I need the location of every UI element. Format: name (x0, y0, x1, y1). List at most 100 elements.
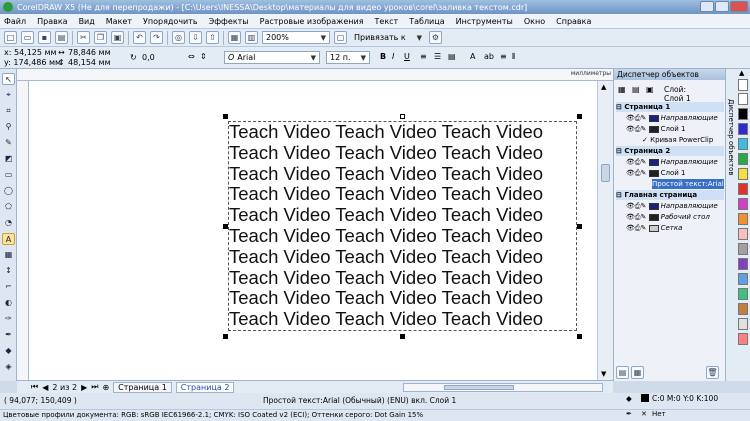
menu-text[interactable]: Текст (375, 17, 399, 26)
eyedropper-tool-icon[interactable]: ✑ (2, 313, 15, 325)
menu-edit[interactable]: Правка (37, 17, 67, 26)
scroll-down-arrow-icon[interactable]: ▼ (601, 370, 606, 378)
eye-icon[interactable]: 👁 (626, 114, 635, 122)
shape-tool-icon[interactable]: ⌖ (2, 89, 15, 101)
outline-pen-tool-icon[interactable]: ✒ (2, 329, 15, 341)
menu-layout[interactable]: Макет (106, 17, 132, 26)
snap-to-dropdown[interactable]: Привязать к ▼ (351, 31, 425, 44)
tree-item-grid[interactable]: 👁⎙✎ Сетка (616, 223, 724, 233)
selection-handle[interactable] (400, 114, 405, 119)
menu-table[interactable]: Таблица (409, 17, 444, 26)
new-layer-icon[interactable]: ▤ (616, 366, 629, 379)
palette-color-swatch[interactable] (738, 228, 748, 240)
character-formatting-icon[interactable]: A (470, 52, 475, 61)
drawing-canvas[interactable]: Teach Video Teach Video Teach Video Teac… (29, 81, 597, 380)
selection-handle[interactable] (400, 334, 405, 339)
selection-handle[interactable] (223, 114, 228, 119)
undo-icon[interactable]: ↶ (133, 31, 146, 44)
italic-icon[interactable]: I (392, 52, 394, 61)
text-tool-icon[interactable]: A (2, 233, 15, 245)
pick-tool-icon[interactable]: ↖ (2, 73, 15, 85)
tree-item-layer-1[interactable]: 👁⎙✎ Слой 1 (616, 124, 724, 134)
zoom-level-select[interactable]: 200% ▼ (262, 31, 330, 44)
palette-color-swatch[interactable] (738, 183, 748, 195)
scroll-up-arrow-icon[interactable]: ▲ (601, 83, 606, 91)
tree-item-layer-1[interactable]: 👁⎙✎ Слой 1 (616, 168, 724, 178)
full-screen-preview-icon[interactable]: ▢ (334, 31, 347, 44)
polygon-tool-icon[interactable]: ⬠ (2, 201, 15, 213)
paragraph-text-frame[interactable]: Teach Video Teach Video Teach Video Teac… (228, 121, 577, 331)
interactive-fill-tool-icon[interactable]: ◈ (2, 361, 15, 373)
eye-icon[interactable]: 👁 (626, 125, 635, 133)
tree-page-1[interactable]: ⊟ Страница 1 (616, 102, 724, 112)
object-x-position[interactable]: x: 54,125 мм (4, 48, 57, 57)
close-button[interactable] (730, 1, 748, 12)
vertical-ruler[interactable] (17, 81, 29, 380)
edit-icon[interactable]: ✎ (641, 114, 647, 122)
no-color-swatch[interactable] (738, 79, 748, 91)
last-page-icon[interactable]: ⏭ (91, 382, 98, 392)
palette-color-swatch[interactable] (738, 153, 748, 165)
tree-item-guides[interactable]: 👁⎙✎ Направляющие (616, 201, 724, 211)
tree-item-powerclip[interactable]: ✓ Кривая PowerClip (616, 135, 724, 145)
object-y-position[interactable]: y: 174,486 мм (4, 58, 61, 67)
eye-icon[interactable]: 👁 (626, 158, 635, 166)
palette-scroll-up-icon[interactable]: ▲ (739, 69, 744, 77)
open-folder-icon[interactable]: ▭ (21, 31, 34, 44)
eye-icon[interactable]: 👁 (626, 202, 635, 210)
palette-color-swatch[interactable] (738, 288, 748, 300)
tree-item-desktop[interactable]: 👁⎙✎ Рабочий стол (616, 212, 724, 222)
copy-icon[interactable]: ❐ (94, 31, 107, 44)
palette-color-swatch[interactable] (738, 213, 748, 225)
page-tab-1[interactable]: Страница 1 (113, 381, 172, 393)
bold-icon[interactable]: B (380, 52, 386, 61)
scrollbar-thumb[interactable] (444, 384, 514, 390)
palette-color-swatch[interactable] (738, 303, 748, 315)
menu-window[interactable]: Окно (524, 17, 545, 26)
palette-color-swatch[interactable] (738, 198, 748, 210)
new-master-layer-icon[interactable]: ▦ (631, 366, 644, 379)
palette-color-swatch[interactable] (738, 123, 748, 135)
basic-shapes-tool-icon[interactable]: ◔ (2, 217, 15, 229)
menu-help[interactable]: Справка (556, 17, 591, 26)
palette-color-swatch[interactable] (738, 138, 748, 150)
edit-icon[interactable]: ✎ (641, 202, 647, 210)
zoom-tool-icon[interactable]: ⚲ (2, 121, 15, 133)
ellipse-tool-icon[interactable]: ◯ (2, 185, 15, 197)
selection-handle[interactable] (577, 334, 582, 339)
selection-handle[interactable] (223, 224, 228, 229)
tree-item-guides[interactable]: 👁⎙✎ Направляющие (616, 113, 724, 123)
options-icon[interactable]: ⚙ (429, 31, 442, 44)
add-page-icon[interactable]: ⊕ (102, 383, 109, 392)
freehand-tool-icon[interactable]: ✎ (2, 137, 15, 149)
tree-page-2[interactable]: ⊟ Страница 2 (616, 146, 724, 156)
show-properties-icon[interactable]: ▦ (618, 85, 626, 94)
horizontal-scrollbar[interactable] (403, 382, 603, 392)
tree-item-paragraph-text[interactable]: Простой текст:Arial (652, 179, 724, 189)
search-content-icon[interactable]: ◎ (172, 31, 185, 44)
drop-cap-icon[interactable]: ▤ (448, 52, 456, 61)
page-tab-2[interactable]: Страница 2 (175, 381, 235, 393)
palette-color-swatch[interactable] (738, 318, 748, 330)
menu-tools[interactable]: Инструменты (456, 17, 513, 26)
eye-icon[interactable]: 👁 (626, 169, 635, 177)
edit-icon[interactable]: ✎ (641, 213, 647, 221)
new-document-icon[interactable]: □ (4, 31, 17, 44)
parallel-dimension-tool-icon[interactable]: ↕ (2, 265, 15, 277)
horizontal-ruler[interactable]: миллиметры (17, 69, 613, 81)
palette-color-swatch[interactable] (738, 258, 748, 270)
font-family-select[interactable]: O Arial ▼ (224, 51, 320, 64)
vertical-scrollbar[interactable]: ▲ ▼ (597, 81, 613, 380)
cut-icon[interactable]: ✂ (77, 31, 90, 44)
horizontal-text-icon[interactable]: ≡ (500, 52, 507, 61)
document-color-profiles[interactable]: Цветовые профили документа: RGB: sRGB IE… (3, 411, 423, 419)
tree-item-guides[interactable]: 👁⎙✎ Направляющие (616, 157, 724, 167)
mirror-horizontal-icon[interactable]: ⇔ (188, 52, 195, 61)
vertical-text-icon[interactable]: ⦀ (512, 52, 516, 62)
redo-icon[interactable]: ↷ (150, 31, 163, 44)
application-launcher-icon[interactable]: ▦ (228, 31, 241, 44)
selection-handle[interactable] (223, 334, 228, 339)
palette-color-swatch[interactable] (738, 168, 748, 180)
crop-tool-icon[interactable]: ⌗ (2, 105, 15, 117)
bullet-list-icon[interactable]: ☰ (434, 52, 441, 61)
